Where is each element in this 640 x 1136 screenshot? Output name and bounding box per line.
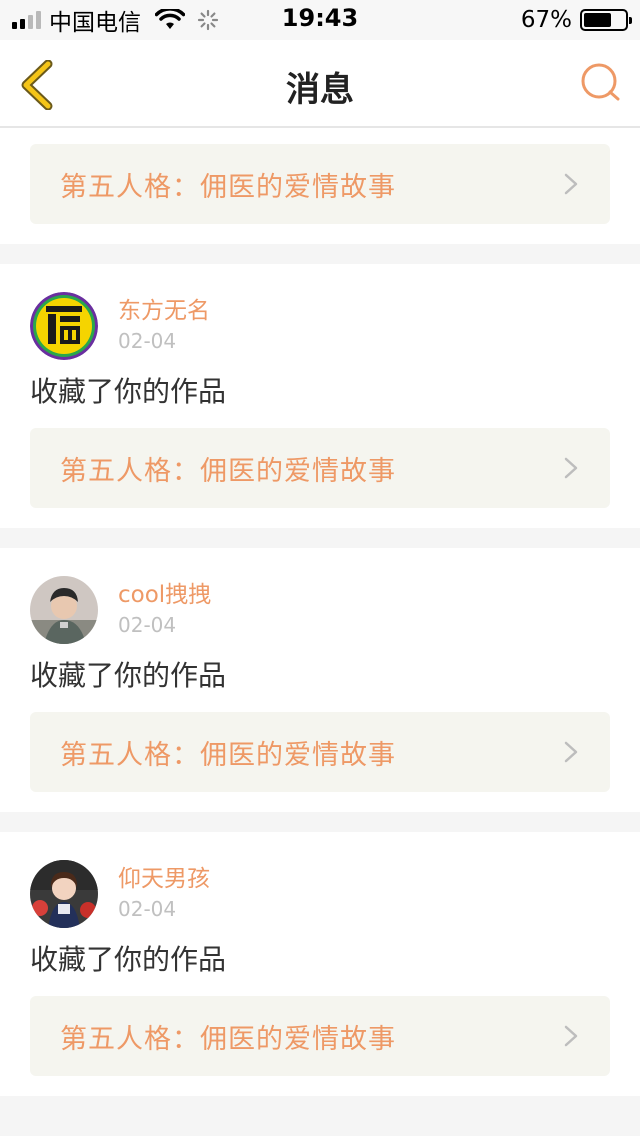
user-row: 仰天男孩 02-04 bbox=[30, 860, 610, 930]
action-text: 收藏了你的作品 bbox=[30, 659, 227, 692]
work-title: 第五人格：佣医的爱情故事 bbox=[60, 455, 396, 487]
user-row: 东方无名 02-04 bbox=[30, 292, 610, 362]
notification-card: cool拽拽 02-04 收藏了你的作品 第五人格：佣医的爱情故事 bbox=[0, 548, 640, 812]
status-right: 67% bbox=[520, 6, 632, 34]
battery-icon bbox=[580, 9, 632, 31]
user-meta: 仰天男孩 02-04 bbox=[118, 860, 210, 922]
username[interactable]: cool拽拽 bbox=[118, 580, 211, 610]
action-text: 收藏了你的作品 bbox=[30, 943, 227, 976]
search-icon[interactable] bbox=[580, 62, 622, 104]
user-row: cool拽拽 02-04 bbox=[30, 576, 610, 646]
chevron-right-icon bbox=[564, 1025, 578, 1047]
work-link[interactable]: 第五人格：佣医的爱情故事 bbox=[30, 428, 610, 508]
chevron-right-icon bbox=[564, 457, 578, 479]
avatar[interactable] bbox=[30, 292, 98, 360]
work-link[interactable]: 第五人格：佣医的爱情故事 bbox=[30, 712, 610, 792]
work-title: 第五人格：佣医的爱情故事 bbox=[60, 171, 396, 203]
battery-percent: 67% bbox=[520, 7, 572, 33]
notification-card: 仰天男孩 02-04 收藏了你的作品 第五人格：佣医的爱情故事 bbox=[0, 832, 640, 1096]
notification-card: 东方无名 02-04 收藏了你的作品 第五人格：佣医的爱情故事 bbox=[0, 264, 640, 528]
avatar[interactable] bbox=[30, 576, 98, 644]
notification-date: 02-04 bbox=[118, 897, 177, 921]
avatar[interactable] bbox=[30, 860, 98, 928]
user-meta: 东方无名 02-04 bbox=[118, 292, 210, 354]
girl-photo-avatar-icon bbox=[30, 860, 98, 928]
page-title: 消息 bbox=[286, 70, 354, 110]
work-title: 第五人格：佣医的爱情故事 bbox=[60, 739, 396, 771]
user-meta: cool拽拽 02-04 bbox=[118, 576, 211, 638]
chevron-right-icon bbox=[564, 741, 578, 763]
action-text: 收藏了你的作品 bbox=[30, 375, 227, 408]
username[interactable]: 仰天男孩 bbox=[118, 864, 210, 894]
nav-bar: 消息 bbox=[0, 40, 640, 128]
work-link[interactable]: 第五人格：佣医的爱情故事 bbox=[30, 996, 610, 1076]
work-title: 第五人格：佣医的爱情故事 bbox=[60, 1023, 396, 1055]
chevron-right-icon bbox=[564, 173, 578, 195]
notification-date: 02-04 bbox=[118, 329, 177, 353]
notification-date: 02-04 bbox=[118, 613, 177, 637]
boy-photo-avatar-icon bbox=[30, 576, 98, 644]
status-bar: 中国电信 19:43 67% bbox=[0, 0, 640, 40]
username[interactable]: 东方无名 bbox=[118, 296, 210, 326]
work-link[interactable]: 第五人格：佣医的爱情故事 bbox=[30, 144, 610, 224]
battery-fill bbox=[584, 13, 611, 27]
notification-list: 第五人格：佣医的爱情故事 东方无名 02-04 收藏了你的作品 第五人格：佣医的… bbox=[0, 128, 640, 1096]
notification-card: 第五人格：佣医的爱情故事 bbox=[0, 128, 640, 244]
fu-character-avatar-icon bbox=[30, 292, 98, 360]
